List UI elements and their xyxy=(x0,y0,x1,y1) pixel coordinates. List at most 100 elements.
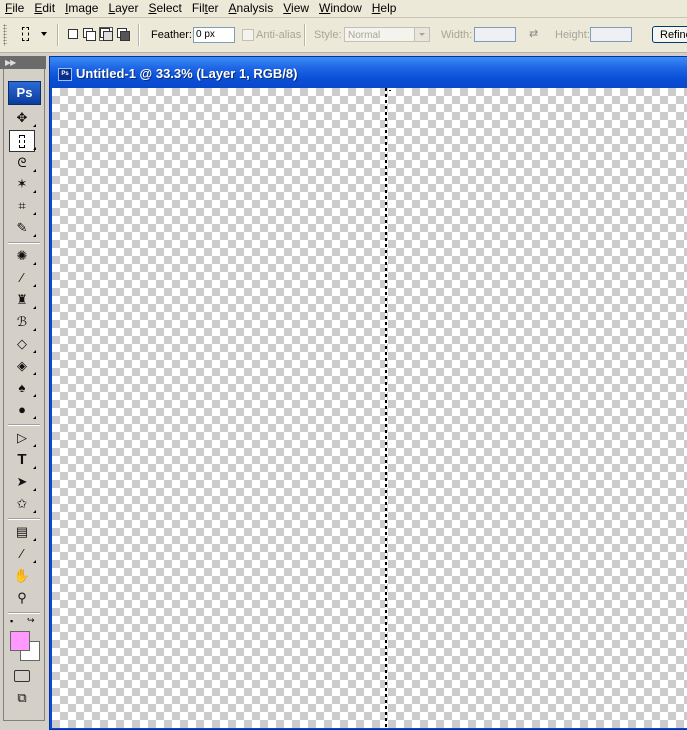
single-column-marquee-icon xyxy=(22,27,29,41)
width-label: Width: xyxy=(441,29,473,41)
document-window: Ps Untitled-1 @ 33.3% (Layer 1, RGB/8) xyxy=(49,56,687,730)
slice-icon: ✎ xyxy=(16,220,28,235)
canvas[interactable] xyxy=(52,88,687,728)
menu-edit[interactable]: Edit xyxy=(29,0,60,17)
screen-mode-button[interactable]: ⧉ xyxy=(10,688,34,708)
zoom-icon: ⚲ xyxy=(17,590,27,605)
lasso-tool[interactable]: ᘓ xyxy=(10,153,36,173)
menu-help[interactable]: Help xyxy=(367,0,402,17)
pen-tool[interactable]: ▷ xyxy=(10,428,36,448)
document-title-bar[interactable]: Ps Untitled-1 @ 33.3% (Layer 1, RGB/8) xyxy=(50,57,687,88)
path-selection-tool[interactable]: ➤ xyxy=(10,472,36,492)
style-select-value: Normal xyxy=(348,30,381,41)
dodge-icon: ● xyxy=(18,402,26,417)
slice-tool[interactable]: ✎ xyxy=(10,218,36,238)
tool-preset-picker[interactable] xyxy=(14,23,50,45)
swap-width-height-icon[interactable]: ⇄ xyxy=(529,28,541,40)
chevron-down-icon xyxy=(41,32,47,36)
default-colors-icon[interactable]: ▪ xyxy=(10,616,13,626)
intersect-selection-icon-back xyxy=(120,31,130,41)
dodge-tool[interactable]: ● xyxy=(10,400,36,420)
document-title: Untitled-1 @ 33.3% (Layer 1, RGB/8) xyxy=(76,66,298,81)
menu-image[interactable]: Image xyxy=(60,0,103,17)
refine-edge-button[interactable]: Refine xyxy=(652,26,687,43)
tools-divider xyxy=(8,518,40,520)
clone-stamp-tool[interactable]: ♜ xyxy=(10,290,36,310)
quick-mask-button[interactable] xyxy=(10,665,34,685)
notes-icon: ▤ xyxy=(15,524,29,539)
add-to-selection-button[interactable] xyxy=(83,28,96,41)
column-selection-marquee xyxy=(385,88,387,728)
shape-icon: ✩ xyxy=(16,496,28,511)
brush-icon: ⁄ xyxy=(20,270,24,285)
menu-bar: File Edit Image Layer Select Filter Anal… xyxy=(0,0,687,18)
width-input[interactable] xyxy=(474,27,516,42)
pen-icon: ▷ xyxy=(17,430,27,445)
eraser-tool[interactable]: ◇ xyxy=(10,334,36,354)
marquee-tool[interactable] xyxy=(9,130,36,152)
swap-colors-icon[interactable]: ↪ xyxy=(27,615,35,625)
menu-window[interactable]: Window xyxy=(314,0,367,17)
tools-divider xyxy=(8,424,40,426)
brush-tool[interactable]: ⁄ xyxy=(10,268,36,288)
feather-input[interactable]: 0 px xyxy=(193,27,235,43)
tools-divider xyxy=(8,612,40,614)
custom-shape-tool[interactable]: ✩ xyxy=(10,494,36,514)
options-divider xyxy=(138,24,140,46)
style-select[interactable]: Normal xyxy=(344,27,430,42)
menu-filter[interactable]: Filter xyxy=(187,0,224,17)
new-selection-icon xyxy=(68,29,78,39)
menu-file[interactable]: File xyxy=(0,0,29,17)
magic-wand-tool[interactable]: ✶ xyxy=(10,174,36,194)
screen-mode-icon: ⧉ xyxy=(17,690,27,705)
menu-layer[interactable]: Layer xyxy=(103,0,143,17)
eyedropper-icon: ⁄ xyxy=(20,546,24,561)
healing-brush-tool[interactable]: ✺ xyxy=(10,246,36,266)
eyedropper-tool[interactable]: ⁄ xyxy=(10,544,36,564)
eraser-icon: ◇ xyxy=(17,336,27,351)
feather-label: Feather: xyxy=(151,29,192,41)
options-divider xyxy=(57,24,59,46)
foreground-color-swatch[interactable] xyxy=(10,631,30,651)
blur-icon: ♠ xyxy=(18,380,26,395)
photoshop-logo[interactable]: Ps xyxy=(8,81,41,105)
height-input[interactable] xyxy=(590,27,632,42)
tools-panel: Ps ✥ ᘓ ✶ ⌗ ✎ ✺ ⁄ ♜ ℬ ◇ ◈ ♠ ● ▷ T ➤ ✩ ▤ ⁄… xyxy=(3,69,45,721)
stamp-icon: ♜ xyxy=(16,292,28,307)
height-label: Height: xyxy=(555,29,590,41)
blur-tool[interactable]: ♠ xyxy=(10,378,36,398)
tools-divider xyxy=(8,242,40,244)
history-brush-tool[interactable]: ℬ xyxy=(10,312,36,332)
paint-bucket-tool[interactable]: ◈ xyxy=(10,356,36,376)
move-icon: ✥ xyxy=(16,110,28,125)
collapse-panel-icon[interactable]: ▶▶ xyxy=(5,58,16,67)
anti-alias-checkbox[interactable] xyxy=(242,29,254,41)
single-column-marquee-icon xyxy=(19,135,25,149)
hand-tool[interactable]: ✋ xyxy=(10,566,34,586)
options-bar-grip[interactable] xyxy=(3,24,7,46)
lasso-icon: ᘓ xyxy=(17,155,27,170)
quick-mask-icon xyxy=(14,669,30,682)
new-selection-button[interactable] xyxy=(67,28,79,40)
menu-analysis[interactable]: Analysis xyxy=(224,0,279,17)
path-selection-icon: ➤ xyxy=(16,474,28,489)
anti-alias-label: Anti-alias xyxy=(256,29,302,41)
style-label: Style: xyxy=(314,29,342,41)
type-tool[interactable]: T xyxy=(10,450,36,470)
menu-view[interactable]: View xyxy=(278,0,314,17)
crop-tool[interactable]: ⌗ xyxy=(10,196,36,216)
magic-wand-icon: ✶ xyxy=(16,176,28,191)
menu-select[interactable]: Select xyxy=(143,0,186,17)
intersect-selection-button[interactable] xyxy=(117,28,130,41)
move-tool[interactable]: ✥ xyxy=(10,108,36,128)
options-bar: Feather: 0 px Anti-alias Style: Normal W… xyxy=(0,18,687,53)
chevron-down-icon xyxy=(414,28,429,41)
crop-icon: ⌗ xyxy=(18,198,26,213)
healing-icon: ✺ xyxy=(16,248,28,263)
subtract-from-selection-button[interactable] xyxy=(99,27,113,41)
zoom-tool[interactable]: ⚲ xyxy=(10,588,34,608)
notes-tool[interactable]: ▤ xyxy=(10,522,36,542)
document-icon: Ps xyxy=(58,68,72,81)
tools-panel-header[interactable]: ▶▶ xyxy=(0,56,46,69)
type-icon: T xyxy=(17,451,27,468)
